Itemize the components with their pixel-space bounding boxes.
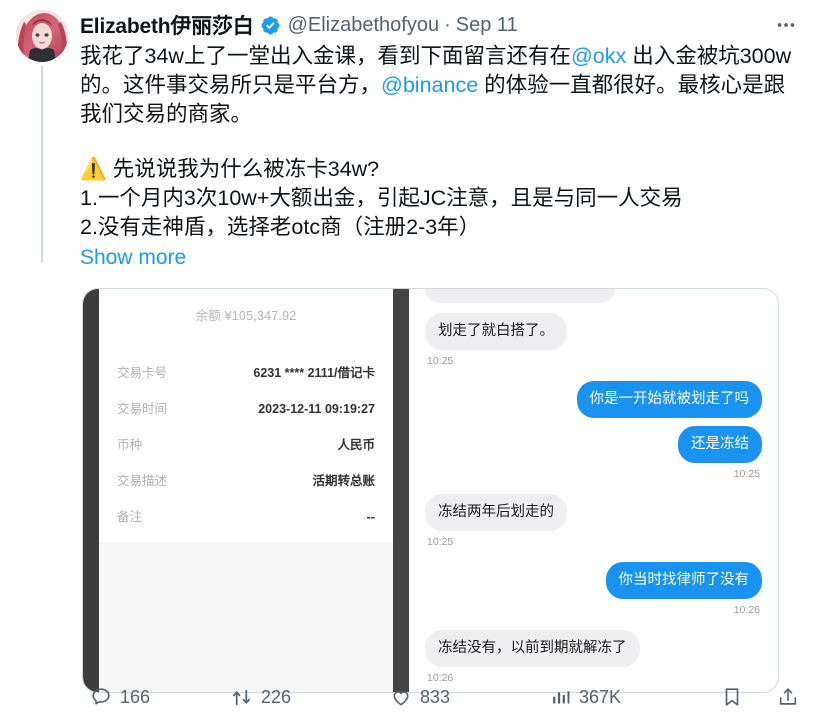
message-bubble: 冻结两年后划走的 xyxy=(425,494,567,531)
left-dark-edge xyxy=(83,289,99,692)
row-value: 人民币 xyxy=(337,438,375,452)
chat-message: 你当时找律师了没有 10:26 xyxy=(425,562,762,616)
statement-rows: 交易卡号 6231 **** 2111/借记卡 交易时间 2023-12-11 … xyxy=(99,324,393,542)
avatar-column xyxy=(14,10,80,262)
message-time: 10:25 xyxy=(427,536,454,548)
tweet-content: Elizabeth伊丽莎白 @Elizabethofyou · Sep 11 我… xyxy=(80,10,801,693)
row-value: -- xyxy=(366,510,375,524)
like-button[interactable]: 833 xyxy=(390,686,550,708)
avatar[interactable] xyxy=(16,10,68,62)
statement-row: 交易时间 2023-12-11 09:19:27 xyxy=(117,398,375,417)
display-name[interactable]: Elizabeth伊丽莎白 xyxy=(80,10,254,40)
row-value: 2023-12-11 09:19:27 xyxy=(258,402,375,416)
retweet-count: 226 xyxy=(261,686,292,707)
message-bubble: 你当时找律师了没有 xyxy=(605,562,762,599)
like-icon xyxy=(390,686,412,708)
show-more-link[interactable]: Show more xyxy=(80,243,797,272)
message-time: 10:26 xyxy=(733,604,760,616)
verified-badge-icon xyxy=(260,15,281,36)
message-time: 10:25 xyxy=(427,355,454,367)
chat-pane: 划走了就白搭了。 10:25 你是一开始就被划走了吗 还是冻结 10:25 冻结… xyxy=(409,289,778,692)
thread-line xyxy=(41,66,43,262)
views-button[interactable]: 367K xyxy=(550,687,720,708)
statement-row: 交易卡号 6231 **** 2111/借记卡 xyxy=(117,362,375,381)
like-count: 833 xyxy=(420,686,451,707)
mention-binance[interactable]: @binance xyxy=(381,73,478,97)
row-label: 交易时间 xyxy=(117,402,168,416)
message-bubble: 你是一开始就被划走了吗 xyxy=(576,381,762,418)
message-bubble: 划走了就白搭了。 xyxy=(425,313,567,350)
message-bubble: 冻结没有，以前到期就解冻了 xyxy=(425,630,640,667)
share-icon xyxy=(777,686,799,708)
statement-row: 交易描述 活期转总账 xyxy=(117,470,375,489)
message-bubble: 还是冻结 xyxy=(678,426,762,463)
row-value: 活期转总账 xyxy=(312,474,375,488)
timestamp[interactable]: Sep 11 xyxy=(456,14,518,37)
chat-message: 还是冻结 10:25 xyxy=(425,426,762,480)
author-line: Elizabeth伊丽莎白 @Elizabethofyou · Sep 11 xyxy=(80,10,797,40)
embedded-media[interactable]: 余额 ¥105,347.92 交易卡号 6231 **** 2111/借记卡 交… xyxy=(82,288,779,693)
chat-message: 冻结两年后划走的 10:25 xyxy=(425,494,762,548)
row-label: 备注 xyxy=(117,510,143,524)
row-value: 6231 **** 2111/借记卡 xyxy=(253,366,375,380)
retweet-icon xyxy=(230,686,253,709)
action-bar: 166 226 833 367K xyxy=(90,680,799,714)
row-label: 交易描述 xyxy=(117,474,168,488)
tweet-header: Elizabeth伊丽莎白 @Elizabethofyou · Sep 11 我… xyxy=(14,10,801,693)
views-icon xyxy=(550,687,571,708)
more-options-icon[interactable] xyxy=(775,14,797,36)
warning-line: ⚠️ 先说说我为什么被冻卡34w? xyxy=(80,157,380,181)
tweet-body-paragraph-1: 我花了34w上了一堂出入金课，看到下面留言还有在@okx 出入金被坑300w的。… xyxy=(80,42,797,129)
bookmark-button[interactable] xyxy=(721,686,743,708)
text-segment: 我花了34w上了一堂出入金课，看到下面留言还有在 xyxy=(80,44,571,68)
statement-gray-area xyxy=(99,542,393,692)
reply-count: 166 xyxy=(120,686,151,707)
message-time: 10:25 xyxy=(733,468,760,480)
chat-message: 你是一开始就被划走了吗 xyxy=(425,381,762,418)
row-label: 交易卡号 xyxy=(117,366,168,380)
reply-icon xyxy=(90,686,112,708)
statement-row: 币种 人民币 xyxy=(117,434,375,453)
share-button[interactable] xyxy=(777,686,799,708)
mention-okx[interactable]: @okx xyxy=(571,44,626,68)
retweet-button[interactable]: 226 xyxy=(230,686,390,709)
partial-bubble xyxy=(425,289,615,303)
statement-row: 备注 -- xyxy=(117,506,375,525)
separator: · xyxy=(444,13,451,36)
media-divider xyxy=(393,289,409,692)
reason-line-2: 2.没有走神盾，选择老otc商（注册2-3年） xyxy=(80,215,481,239)
bank-statement-pane: 余额 ¥105,347.92 交易卡号 6231 **** 2111/借记卡 交… xyxy=(83,289,393,692)
handle[interactable]: @Elizabethofyou xyxy=(288,14,440,37)
chat-message: 冻结没有，以前到期就解冻了 10:26 xyxy=(425,630,762,684)
bookmark-icon xyxy=(721,686,743,708)
statement-card: 余额 ¥105,347.92 交易卡号 6231 **** 2111/借记卡 交… xyxy=(99,289,393,692)
account-balance: 余额 ¥105,347.92 xyxy=(195,309,297,323)
chat-message: 划走了就白搭了。 10:25 xyxy=(425,313,762,367)
tweet-card: Elizabeth伊丽莎白 @Elizabethofyou · Sep 11 我… xyxy=(0,0,815,728)
reply-button[interactable]: 166 xyxy=(90,686,230,708)
reason-line-1: 1.一个月内3次10w+大额出金，引起JC注意，且是与同一人交易 xyxy=(80,186,683,210)
row-label: 币种 xyxy=(117,438,143,452)
tweet-body-paragraph-2: ⚠️ 先说说我为什么被冻卡34w? 1.一个月内3次10w+大额出金，引起JC注… xyxy=(80,155,797,242)
views-count: 367K xyxy=(579,686,622,707)
